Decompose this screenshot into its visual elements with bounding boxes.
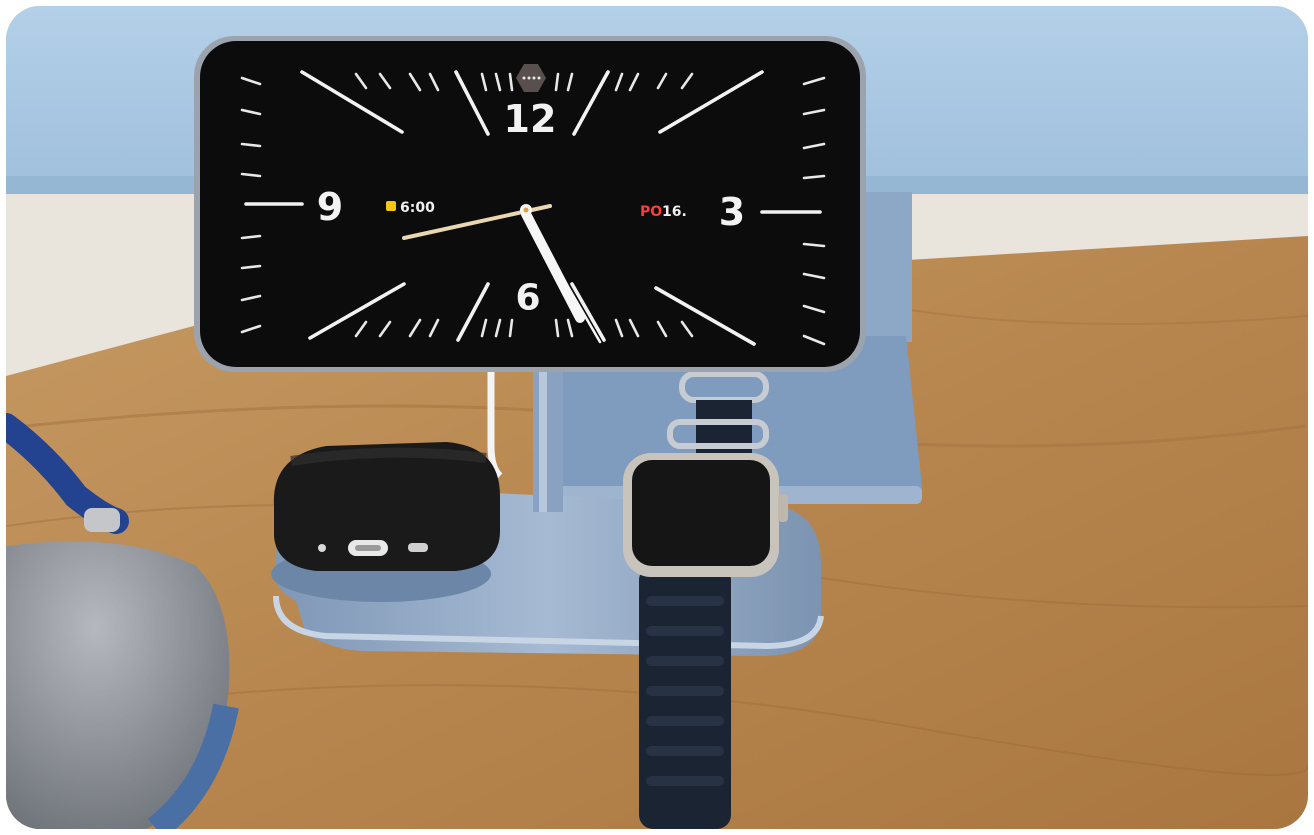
photo-frame: 12 3 6 9 6:00 PO 16. bbox=[6, 6, 1308, 829]
clock-numeral-9: 9 bbox=[317, 185, 343, 229]
clock-numeral-3: 3 bbox=[719, 190, 745, 234]
alarm-clock-icon bbox=[386, 201, 396, 211]
clock-numeral-6: 6 bbox=[515, 278, 540, 319]
clock-numeral-12: 12 bbox=[504, 97, 557, 141]
stand-column bbox=[533, 366, 563, 512]
alarm-time: 6:00 bbox=[400, 200, 435, 216]
photo-scene: 12 3 6 9 6:00 PO 16. bbox=[6, 6, 1308, 829]
weekday-label: PO bbox=[640, 204, 662, 220]
smartphone: 12 3 6 9 6:00 PO 16. bbox=[194, 36, 866, 372]
date-label: 16. bbox=[662, 204, 687, 220]
watch-screen bbox=[632, 460, 770, 566]
